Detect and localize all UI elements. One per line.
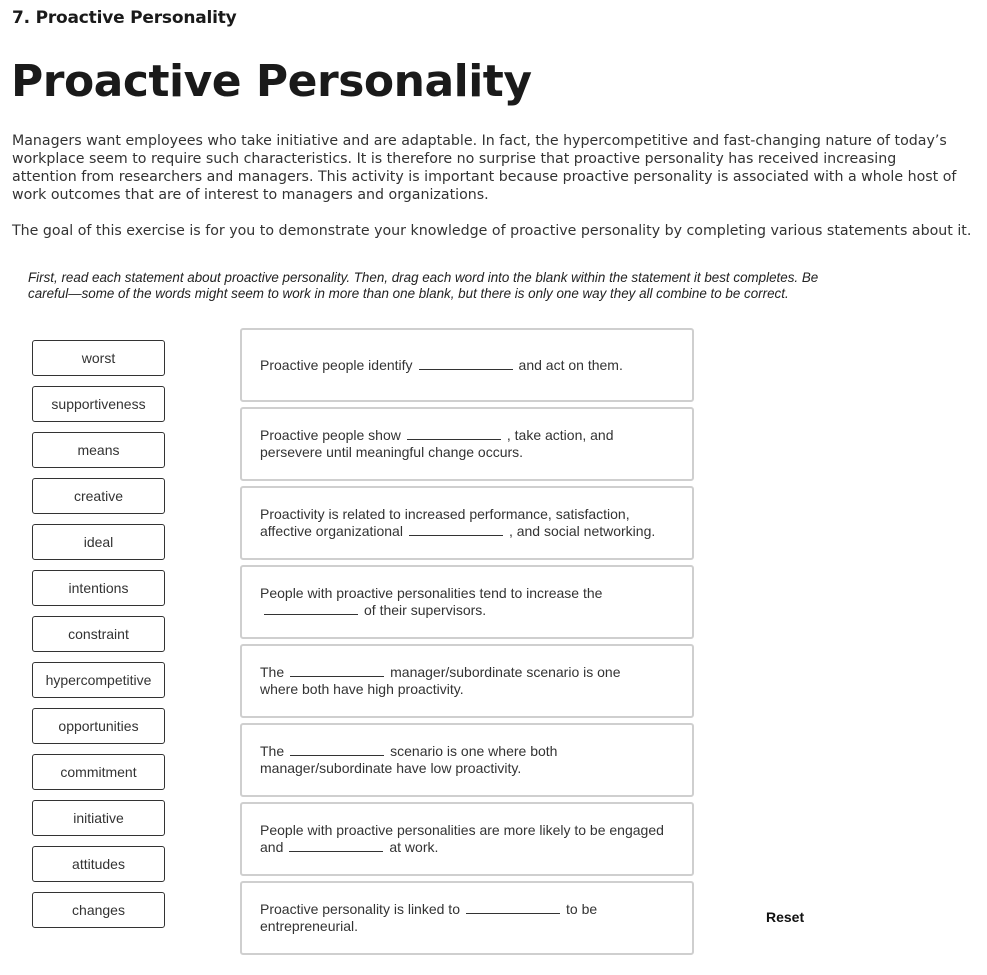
- statement-before: The: [260, 743, 285, 759]
- statement-before: People with proactive personalities tend…: [260, 585, 603, 601]
- word-chip[interactable]: opportunities: [32, 708, 165, 744]
- word-chip[interactable]: intentions: [32, 570, 165, 606]
- statement-card: Proactive personality is linked to to be …: [240, 881, 694, 955]
- page-title: Proactive Personality: [11, 56, 532, 107]
- word-chip[interactable]: ideal: [32, 524, 165, 560]
- statement-text: Proactive personality is linked to to be …: [260, 901, 640, 935]
- drop-blank[interactable]: [408, 524, 503, 536]
- word-chip[interactable]: constraint: [32, 616, 165, 652]
- drop-blank[interactable]: [406, 428, 501, 440]
- statement-after: and act on them.: [518, 356, 623, 373]
- statement-after: at work.: [389, 839, 439, 855]
- word-chip[interactable]: commitment: [32, 754, 165, 790]
- statement-text: People with proactive personalities tend…: [260, 585, 620, 619]
- word-chip[interactable]: changes: [32, 892, 165, 928]
- word-chip[interactable]: means: [32, 432, 165, 468]
- instructions-text: First, read each statement about proacti…: [28, 270, 819, 301]
- statement-text: People with proactive personalities are …: [260, 822, 674, 856]
- statement-text: The manager/subordinate scenario is one w…: [260, 664, 650, 698]
- word-chip[interactable]: creative: [32, 478, 165, 514]
- statement-after: of their supervisors.: [364, 602, 487, 618]
- word-chip[interactable]: initiative: [32, 800, 165, 836]
- drop-blank[interactable]: [264, 603, 358, 615]
- drop-blank[interactable]: [466, 902, 560, 914]
- reset-button[interactable]: Reset: [766, 909, 804, 925]
- drop-blank[interactable]: [290, 665, 385, 677]
- statement-before: Proactive people identify: [260, 356, 413, 373]
- statement-text: The scenario is one where both manager/su…: [260, 743, 590, 777]
- word-chip[interactable]: hypercompetitive: [32, 662, 165, 698]
- drop-blank[interactable]: [289, 840, 384, 852]
- statement-card: Proactivity is related to increased perf…: [240, 486, 694, 560]
- statement-after: , and social networking.: [508, 523, 656, 539]
- statement-card: Proactive people show, take action, and …: [240, 407, 694, 481]
- statement-card: The scenario is one where both manager/su…: [240, 723, 694, 797]
- intro-paragraph: Managers want employees who take initiat…: [12, 133, 957, 203]
- statement-text: Proactivity is related to increased perf…: [260, 506, 670, 540]
- statement-before: Proactive people show: [260, 427, 401, 443]
- drop-blank[interactable]: [290, 744, 385, 756]
- statement-card: The manager/subordinate scenario is one w…: [240, 644, 694, 718]
- word-chip[interactable]: attitudes: [32, 846, 165, 882]
- statement-text: Proactive people identify and act on them…: [260, 357, 623, 374]
- drop-blank[interactable]: [418, 358, 513, 370]
- goal-paragraph: The goal of this exercise is for you to …: [12, 223, 972, 239]
- statement-card: Proactive people identify and act on them…: [240, 328, 694, 402]
- statement-card: People with proactive personalities tend…: [240, 565, 694, 639]
- statement-card: People with proactive personalities are …: [240, 802, 694, 876]
- statement-before: The: [260, 664, 285, 680]
- word-chip[interactable]: worst: [32, 340, 165, 376]
- word-chip[interactable]: supportiveness: [32, 386, 165, 422]
- statement-before: Proactive personality is linked to: [260, 901, 460, 917]
- statement-text: Proactive people show, take action, and …: [260, 427, 640, 461]
- breadcrumb-title: 7. Proactive Personality: [12, 8, 237, 28]
